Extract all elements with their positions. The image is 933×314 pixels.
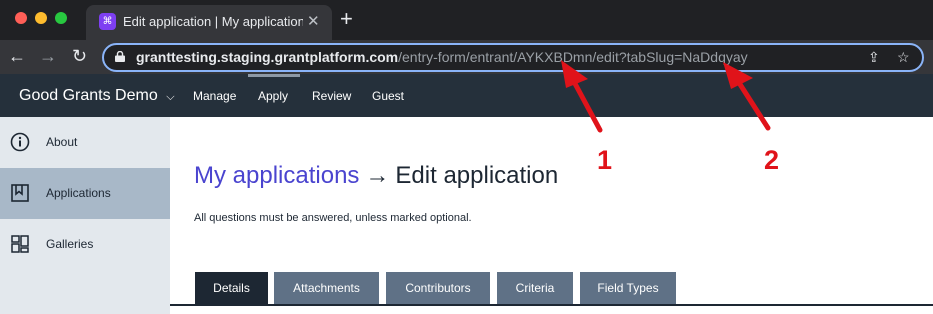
annotation-label-1: 1 [597,145,613,175]
annotation-arrow-2 [723,62,771,131]
annotation-label-2: 2 [764,145,780,175]
annotation-arrow-1 [561,60,603,133]
annotation-overlay [561,60,771,133]
